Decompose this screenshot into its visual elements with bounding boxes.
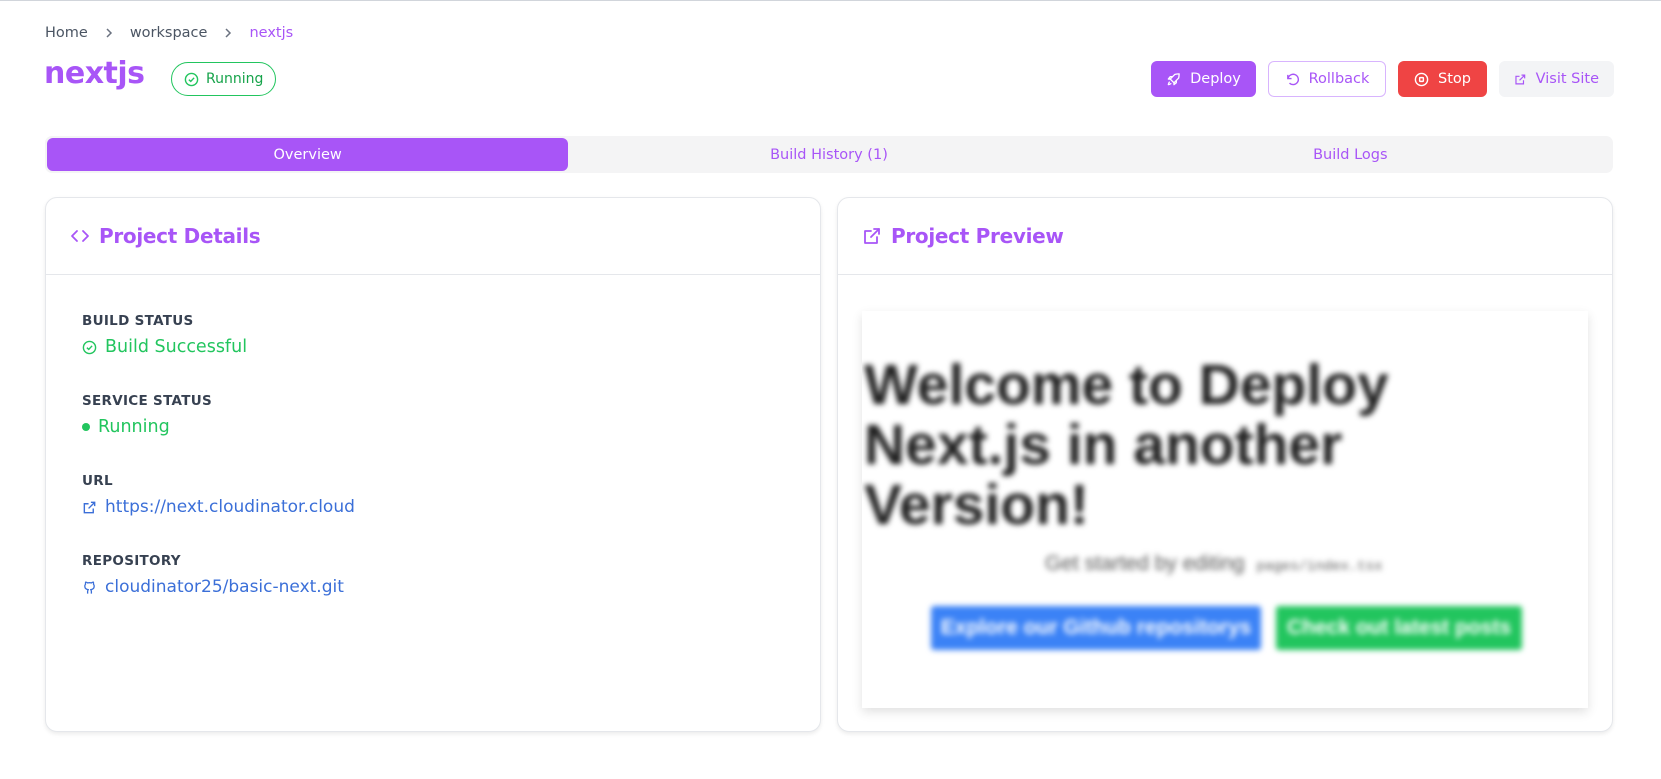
breadcrumb-current: nextjs — [249, 25, 294, 41]
code-icon — [71, 230, 89, 242]
breadcrumb-home[interactable]: Home — [45, 25, 88, 41]
breadcrumb: Home workspace nextjs — [45, 25, 293, 41]
rocket-icon — [1167, 72, 1180, 85]
preview-subtitle-text: Get started by editing — [1045, 552, 1245, 575]
url-link[interactable]: https://next.cloudinator.cloud — [82, 497, 820, 517]
tab-build-history[interactable]: Build History (1) — [568, 138, 1089, 171]
preview-github-button: Explore our Github repositorys — [931, 606, 1261, 650]
repository-link[interactable]: cloudinator25/basic-next.git — [82, 577, 820, 597]
status-badge-label: Running — [206, 71, 264, 87]
header-actions: Deploy Rollback Stop Visit Site — [1151, 61, 1614, 97]
stop-circle-icon — [1414, 72, 1429, 86]
details-list: BUILD STATUS Build Successful SERVICE ST… — [46, 275, 820, 597]
project-details-card: Project Details BUILD STATUS Build Succe… — [45, 197, 821, 732]
url-text: https://next.cloudinator.cloud — [105, 497, 355, 517]
breadcrumb-workspace[interactable]: workspace — [130, 25, 208, 41]
stop-button-label: Stop — [1438, 71, 1471, 87]
project-details-title: Project Details — [99, 224, 261, 248]
project-preview-header: Project Preview — [838, 198, 1612, 275]
visit-site-button-label: Visit Site — [1535, 71, 1599, 87]
check-circle-icon — [184, 72, 199, 86]
external-link-icon — [83, 501, 96, 513]
deploy-button-label: Deploy — [1190, 71, 1241, 87]
deploy-button[interactable]: Deploy — [1151, 61, 1256, 97]
top-divider — [0, 0, 1661, 1]
service-status-label: SERVICE STATUS — [82, 393, 213, 409]
rollback-button[interactable]: Rollback — [1268, 61, 1386, 97]
rollback-button-label: Rollback — [1308, 71, 1370, 87]
preview-frame[interactable]: Welcome to Deploy Next.js in another Ver… — [862, 311, 1588, 708]
external-link-icon — [864, 228, 880, 244]
service-status-text: Running — [98, 417, 170, 437]
github-icon — [84, 580, 95, 594]
preview-subtitle-code: pages/index.tsx — [1256, 559, 1383, 575]
project-preview-title: Project Preview — [891, 224, 1064, 248]
preview-posts-button: Check out latest posts — [1276, 606, 1522, 650]
chevron-right-icon — [96, 25, 122, 41]
repository-field: REPOSITORY cloudinator25/basic-next.git — [82, 553, 820, 597]
page-title: nextjs — [44, 56, 145, 91]
status-badge: Running — [171, 62, 277, 96]
build-status-field: BUILD STATUS Build Successful — [82, 313, 820, 357]
external-link-icon — [1515, 74, 1526, 84]
project-preview-card: Project Preview Welcome to Deploy Next.j… — [837, 197, 1613, 732]
stop-button[interactable]: Stop — [1398, 61, 1487, 97]
service-status-field: SERVICE STATUS Running — [82, 393, 820, 437]
tab-overview[interactable]: Overview — [47, 138, 569, 171]
build-status-label: BUILD STATUS — [82, 313, 194, 329]
tab-build-logs[interactable]: Build Logs — [1090, 138, 1611, 171]
service-status-value: Running — [82, 417, 820, 437]
build-status-text: Build Successful — [105, 337, 248, 357]
project-details-header: Project Details — [46, 198, 820, 275]
visit-site-button[interactable]: Visit Site — [1499, 61, 1614, 97]
status-dot-icon — [82, 423, 90, 431]
url-label: URL — [82, 473, 113, 489]
build-status-value: Build Successful — [82, 337, 820, 357]
repository-text: cloudinator25/basic-next.git — [105, 577, 344, 597]
rotate-ccw-icon — [1286, 73, 1299, 85]
check-circle-icon — [82, 340, 97, 354]
preview-content: Welcome to Deploy Next.js in another Ver… — [862, 311, 1588, 708]
url-field: URL https://next.cloudinator.cloud — [82, 473, 820, 517]
repository-label: REPOSITORY — [82, 553, 181, 569]
chevron-right-icon — [215, 25, 241, 41]
preview-heading: Welcome to Deploy Next.js in another Ver… — [864, 353, 1389, 537]
preview-subtitle: Get started by editing pages/index.tsx — [1045, 552, 1383, 576]
tab-bar: Overview Build History (1) Build Logs — [45, 136, 1613, 173]
